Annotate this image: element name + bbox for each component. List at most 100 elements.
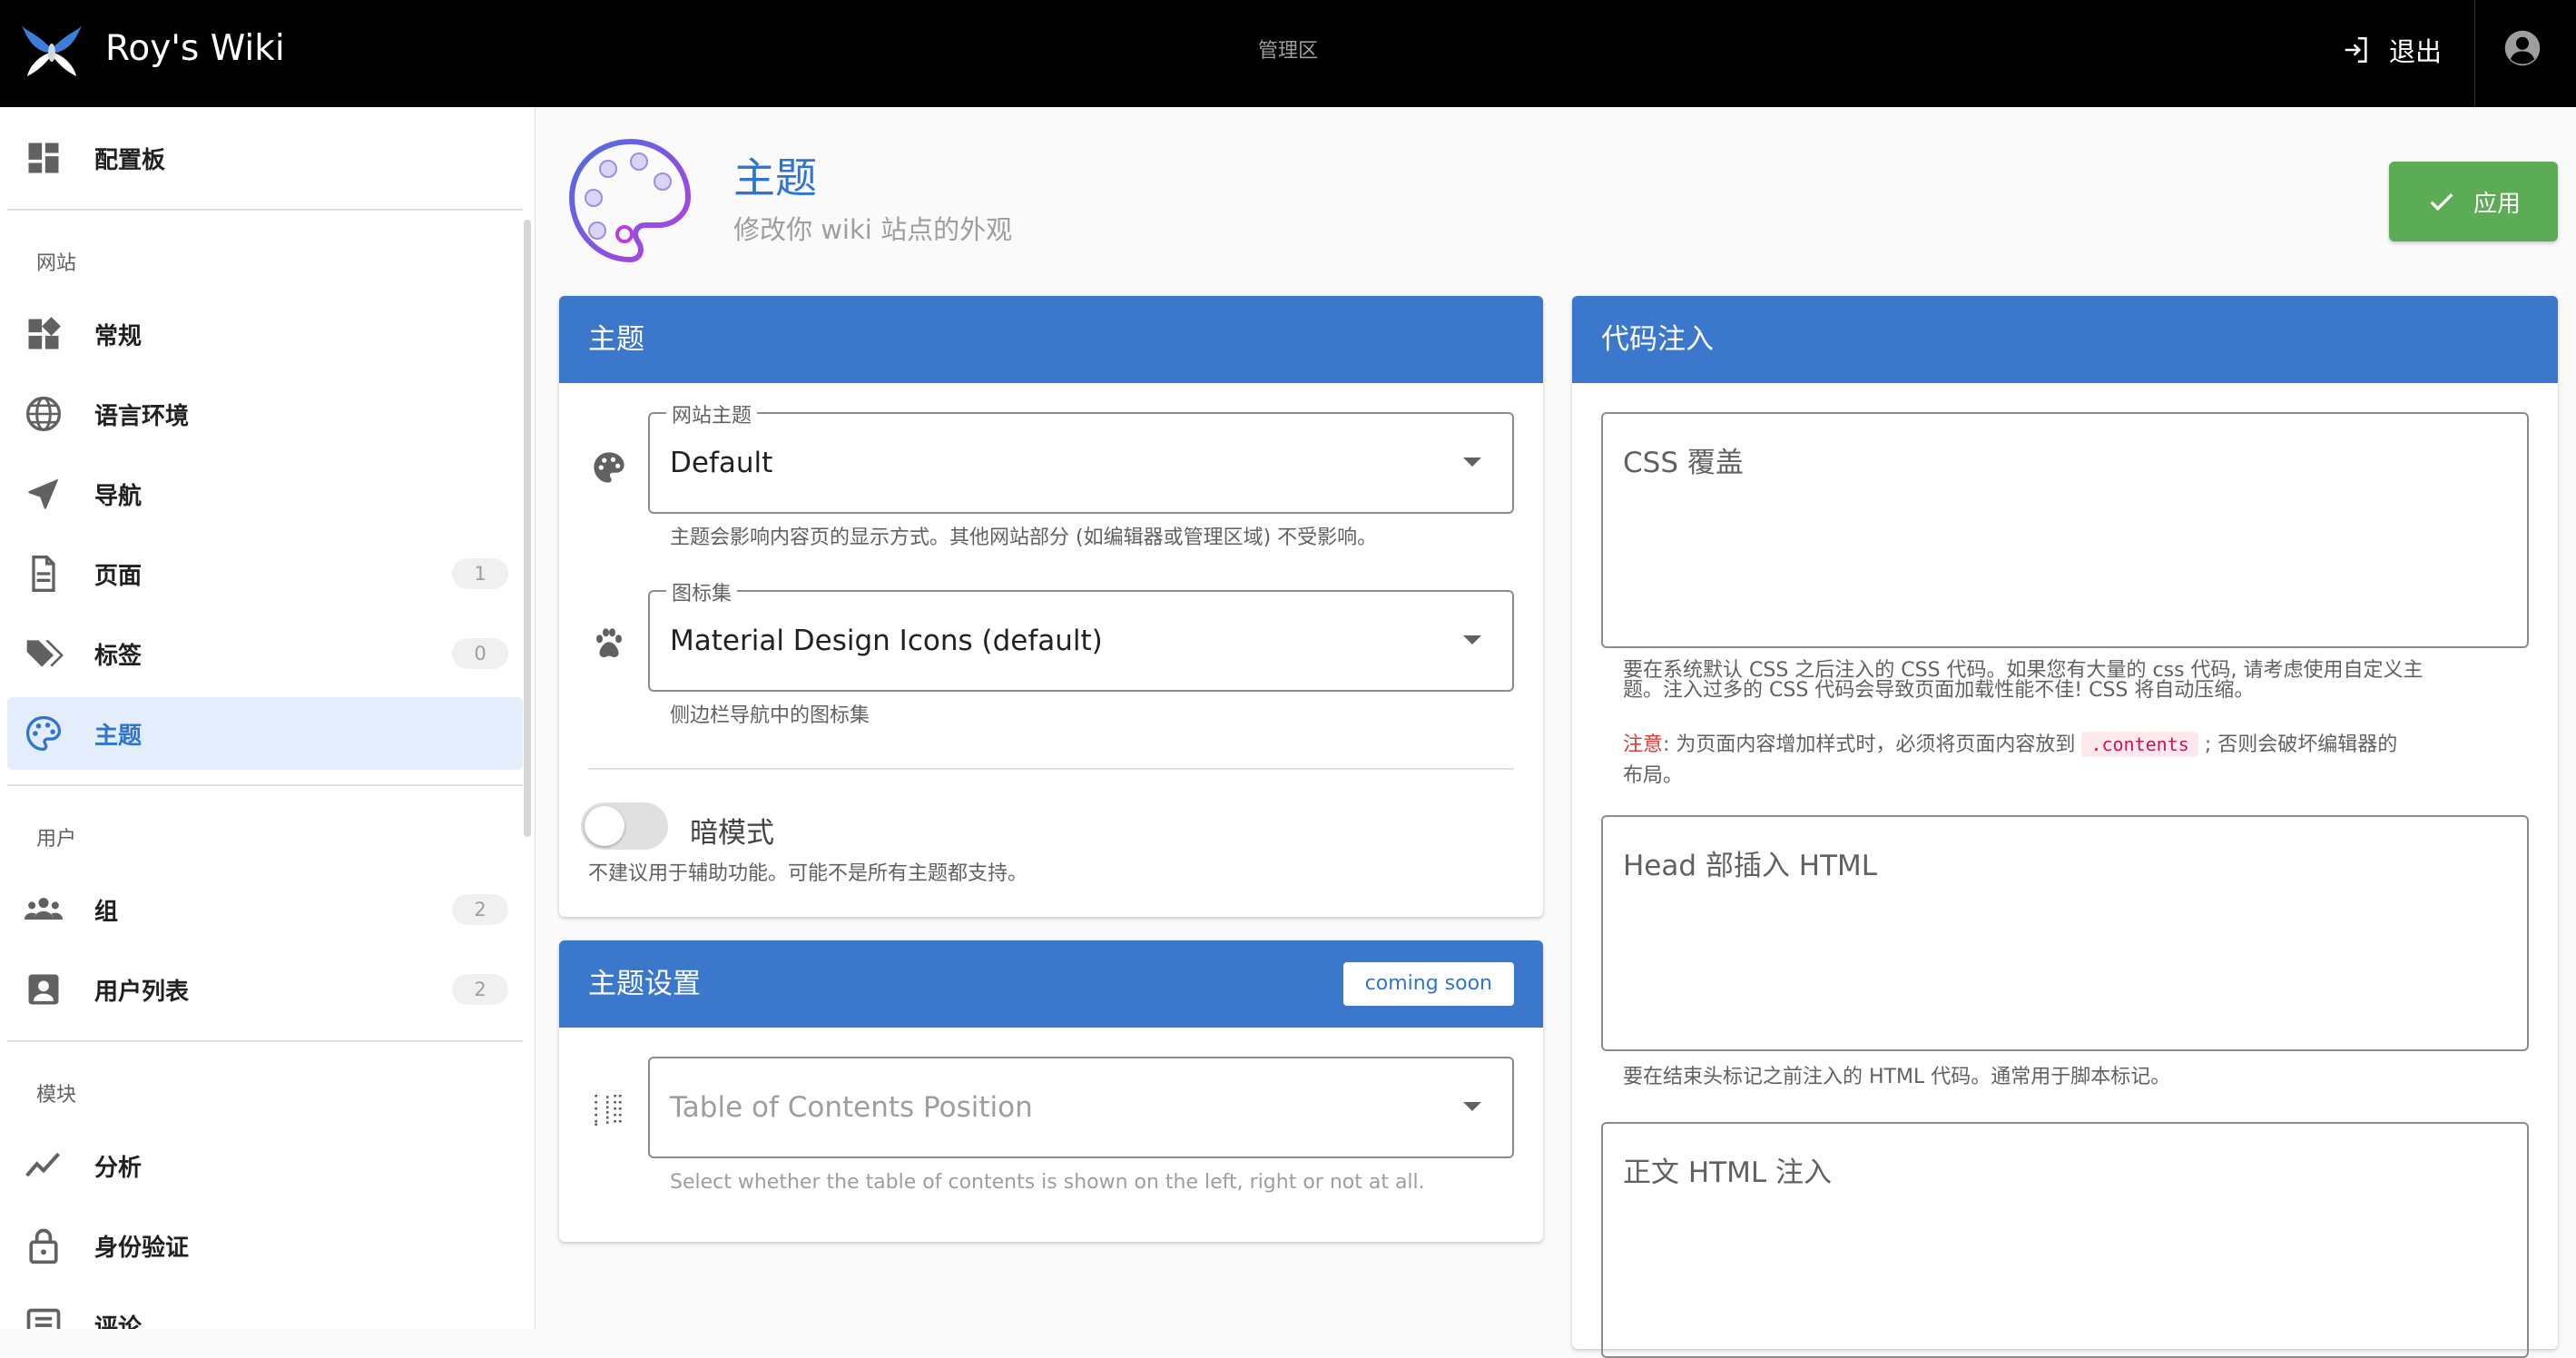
logout-button[interactable]: 退出 <box>2340 27 2442 73</box>
hint-line: 题。注入过多的 CSS 代码会导致页面加载性能不佳! CSS 将自动压缩。 <box>1623 679 2255 702</box>
body-html-textarea[interactable]: 正文 HTML 注入 <box>1601 1122 2529 1358</box>
analytics-icon <box>25 1152 60 1177</box>
page-icon <box>32 556 55 592</box>
user-list-icon <box>28 974 59 1005</box>
sidebar-item-authentication[interactable]: 身份验证 <box>7 1209 523 1282</box>
toggle-thumb[interactable] <box>585 806 624 846</box>
toc-position-select[interactable]: Table of Contents Position <box>648 1057 1514 1158</box>
sidebar-item-navigation[interactable]: 导航 <box>7 458 523 530</box>
sidebar-item-general[interactable]: 常规 <box>7 298 523 370</box>
admin-area-title: 管理区 <box>1257 40 1318 63</box>
sidebar-divider <box>7 1040 523 1042</box>
coming-soon-badge: coming soon <box>1342 962 1514 1006</box>
toc-position-hint: Select whether the table of contents is … <box>670 1171 1425 1194</box>
chevron-down-icon <box>1463 635 1481 645</box>
hint-line: 要在系统默认 CSS 之后注入的 CSS 代码。如果您有大量的 css 代码, … <box>1623 659 2424 682</box>
card-title: 代码注入 <box>1572 296 2558 383</box>
textarea-label: 正文 HTML 注入 <box>1623 1156 1832 1189</box>
section-header-modules: 模块 <box>36 1084 77 1107</box>
apply-button[interactable]: 应用 <box>2389 162 2558 241</box>
note-line: 布局。 <box>1623 764 1684 787</box>
group-icon <box>24 898 64 920</box>
sidebar-item-label: 常规 <box>94 322 143 350</box>
globe-icon <box>25 396 62 432</box>
textarea-label: CSS 覆盖 <box>1623 447 1744 479</box>
site-theme-select[interactable]: 网站主题 Default <box>648 399 1514 514</box>
sidebar: 配置板 网站 常规 语言环境 导航 页面 1 标签 0 主题 用户 组 2 用户… <box>0 107 536 1329</box>
sidebar-item-label: 导航 <box>94 482 143 510</box>
paw-icon <box>596 628 622 658</box>
note-suffix: ; 否则会破坏编辑器的 <box>2204 733 2398 756</box>
widgets-icon <box>28 317 61 349</box>
sidebar-item-comments[interactable]: 评论 <box>7 1289 523 1329</box>
head-html-hint: 要在结束头标记之前注入的 HTML 代码。通常用于脚本标记。 <box>1623 1066 2171 1088</box>
page-subtitle: 修改你 wiki 站点的外观 <box>733 214 1013 245</box>
comments-icon <box>26 1308 61 1329</box>
theme-palette-icon <box>568 138 692 263</box>
navigation-icon <box>28 478 59 509</box>
logout-icon <box>2345 36 2367 64</box>
card-title: 主题 <box>559 296 1543 383</box>
css-override-textarea[interactable]: CSS 覆盖 <box>1601 412 2529 648</box>
textarea-label: Head 部插入 HTML <box>1623 850 1878 882</box>
css-override-hint: 要在系统默认 CSS 之后注入的 CSS 代码。如果您有大量的 css 代码, … <box>1623 661 2424 701</box>
sidebar-item-label: 分析 <box>94 1154 143 1182</box>
account-icon[interactable] <box>2503 29 2542 67</box>
card-title: 主题设置 coming soon <box>559 940 1543 1028</box>
sidebar-item-label: 页面 <box>94 562 143 590</box>
site-theme-hint: 主题会影响内容页的显示方式。其他网站部分 (如编辑器或管理区域) 不受影响。 <box>670 526 1378 549</box>
sidebar-item-label: 评论 <box>94 1314 143 1330</box>
sidebar-divider <box>7 784 523 786</box>
chevron-down-icon <box>1463 1102 1481 1111</box>
count-badge: 2 <box>452 974 508 1005</box>
tags-icon <box>26 640 64 667</box>
chevron-down-icon <box>1463 458 1481 467</box>
count-badge: 0 <box>452 638 508 669</box>
sidebar-item-label: 配置板 <box>94 146 166 174</box>
top-app-bar: Roy's Wiki 管理区 退出 <box>0 0 2576 107</box>
card-divider <box>588 768 1514 770</box>
css-note: 注意: 为页面内容增加样式时，必须将页面内容放到 .contents ; 否则会… <box>1623 726 2512 789</box>
topbar-divider <box>2474 0 2475 107</box>
sidebar-item-pages[interactable]: 页面 1 <box>7 537 523 610</box>
lock-icon <box>29 1228 58 1265</box>
icon-set-hint: 侧边栏导航中的图标集 <box>670 704 870 727</box>
check-icon <box>2430 193 2453 212</box>
note-prefix: 注意 <box>1623 733 1664 756</box>
page-title: 主题 <box>733 153 817 202</box>
note-line: 注意: 为页面内容增加样式时，必须将页面内容放到 .contents ; 否则会… <box>1623 726 2512 763</box>
sidebar-scrollbar[interactable] <box>524 220 531 837</box>
count-badge: 2 <box>452 894 508 925</box>
palette-icon <box>25 715 62 752</box>
sidebar-item-locale[interactable]: 语言环境 <box>7 378 523 450</box>
sidebar-item-analytics[interactable]: 分析 <box>7 1129 523 1202</box>
select-value: Default <box>670 447 773 479</box>
palette-icon <box>594 452 624 483</box>
section-header-users: 用户 <box>36 828 77 851</box>
sidebar-item-label: 主题 <box>94 722 143 750</box>
sidebar-item-label: 标签 <box>94 642 143 670</box>
dashboard-icon <box>28 143 59 173</box>
sidebar-item-label: 身份验证 <box>94 1234 190 1262</box>
dark-mode-hint: 不建议用于辅助功能。可能不是所有主题都支持。 <box>588 862 1028 885</box>
select-value: Material Design Icons (default) <box>670 625 1103 657</box>
card-title-text: 主题设置 <box>588 968 701 1000</box>
table-of-contents-icon <box>595 1095 624 1126</box>
select-placeholder: Table of Contents Position <box>670 1091 1033 1124</box>
apply-label: 应用 <box>2473 190 2521 218</box>
sidebar-item-label: 组 <box>94 898 119 926</box>
section-header-site: 网站 <box>36 252 77 275</box>
count-badge: 1 <box>452 558 508 589</box>
icon-set-select[interactable]: 图标集 Material Design Icons (default) <box>648 577 1514 692</box>
sidebar-divider <box>7 209 523 211</box>
note-mid: : 为页面内容增加样式时，必须将页面内容放到 <box>1663 733 2076 756</box>
sidebar-item-groups[interactable]: 组 2 <box>7 873 523 946</box>
head-html-textarea[interactable]: Head 部插入 HTML <box>1601 815 2529 1051</box>
dark-mode-label: 暗模式 <box>690 817 774 850</box>
sidebar-item-tags[interactable]: 标签 0 <box>7 617 523 690</box>
sidebar-item-theme[interactable]: 主题 <box>7 697 523 770</box>
sidebar-item-dashboard[interactable]: 配置板 <box>7 122 523 194</box>
logout-label: 退出 <box>2389 36 2443 67</box>
sidebar-item-users[interactable]: 用户列表 2 <box>7 953 523 1026</box>
code-snippet: .contents <box>2081 732 2198 757</box>
